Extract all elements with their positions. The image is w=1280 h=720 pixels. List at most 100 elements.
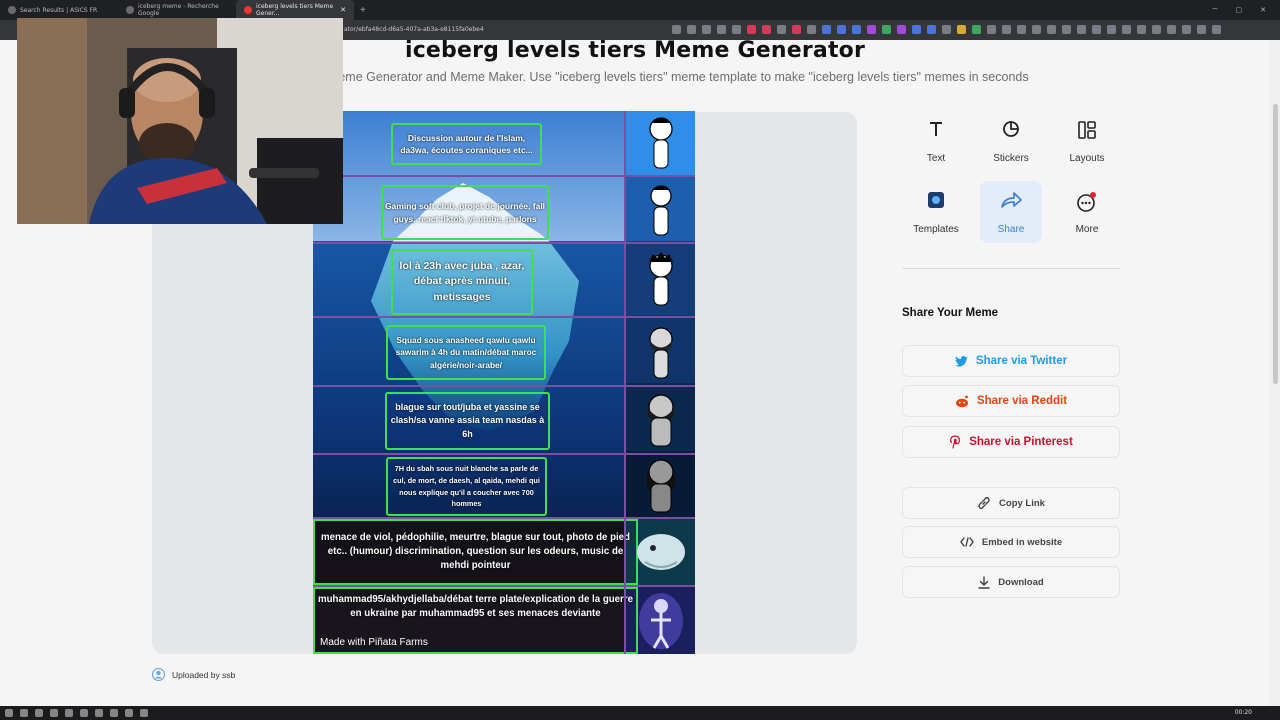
minimize-icon[interactable]: ─: [1213, 6, 1218, 14]
extension-toolbar: [672, 25, 1221, 34]
share-twitter-button[interactable]: Share via Twitter: [902, 345, 1120, 377]
extension-icon[interactable]: [822, 25, 831, 34]
stickers-tool-button[interactable]: Stickers: [980, 110, 1042, 172]
extension-icon[interactable]: [762, 25, 771, 34]
more-tool-button[interactable]: More: [1056, 181, 1118, 243]
extension-icon[interactable]: [1152, 25, 1161, 34]
page-scrollbar[interactable]: [1270, 40, 1280, 706]
favicon-icon: [126, 6, 134, 14]
tier-row: blague sur tout/juba et yassine se clash…: [313, 387, 695, 455]
tier-cell: lol à 23h avec juba , azar, débat après …: [313, 244, 624, 316]
extension-icon[interactable]: [792, 25, 801, 34]
app-icon[interactable]: [80, 709, 88, 717]
share-tool-button[interactable]: Share: [980, 181, 1042, 243]
share-reddit-button[interactable]: Share via Reddit: [902, 385, 1120, 417]
app-icon[interactable]: [125, 709, 133, 717]
file-explorer-icon[interactable]: [50, 709, 58, 717]
maximize-icon[interactable]: ▢: [1236, 6, 1243, 14]
tab-google[interactable]: iceberg meme - Recherche Google: [118, 0, 236, 20]
tier-row: Discussion autour de l'Islam, da3wa, éco…: [313, 111, 695, 177]
extension-icon[interactable]: [852, 25, 861, 34]
download-button[interactable]: Download: [902, 566, 1120, 598]
tier-label: Gaming soft club, projet de journée, fal…: [381, 185, 549, 240]
tier-row: 7H du sbah sous nuit blanche sa parle de…: [313, 455, 695, 519]
windows-start-icon[interactable]: [5, 709, 13, 717]
extension-icon[interactable]: [1092, 25, 1101, 34]
stick-figure-icon: [648, 252, 673, 306]
extension-icon[interactable]: [1122, 25, 1131, 34]
extension-icon[interactable]: [897, 25, 906, 34]
extension-icon[interactable]: [747, 25, 756, 34]
extension-icon[interactable]: [807, 25, 816, 34]
close-tab-icon[interactable]: ✕: [340, 6, 346, 14]
os-taskbar: 00:20: [0, 706, 1280, 720]
scrollbar-thumb[interactable]: [1273, 104, 1278, 384]
extension-icon[interactable]: [942, 25, 951, 34]
translate-icon[interactable]: [672, 25, 681, 34]
tier-cell: Discussion autour de l'Islam, da3wa, éco…: [313, 111, 624, 175]
tier-character: [624, 455, 695, 517]
layouts-tool-button[interactable]: Layouts: [1056, 110, 1118, 172]
tab-label: Search Results | ASICS FR: [20, 6, 98, 14]
copy-link-button[interactable]: Copy Link: [902, 487, 1120, 519]
stick-figure-icon: [646, 459, 675, 513]
extension-icon[interactable]: [777, 25, 786, 34]
new-tab-button[interactable]: +: [354, 5, 372, 16]
app-icon[interactable]: [140, 709, 148, 717]
app-icon[interactable]: [110, 709, 118, 717]
app-icon[interactable]: [95, 709, 103, 717]
extension-icon[interactable]: [972, 25, 981, 34]
extension-icon[interactable]: [867, 25, 876, 34]
embed-label: Embed in website: [981, 536, 1063, 548]
extension-icon[interactable]: [987, 25, 996, 34]
extension-icon[interactable]: [1017, 25, 1026, 34]
extension-icon[interactable]: [927, 25, 936, 34]
extension-icon[interactable]: [1137, 25, 1146, 34]
task-view-icon[interactable]: [35, 709, 43, 717]
extension-icon[interactable]: [1107, 25, 1116, 34]
extension-icon[interactable]: [882, 25, 891, 34]
extension-icon[interactable]: [1062, 25, 1071, 34]
stickers-tool-label: Stickers: [993, 153, 1029, 164]
layouts-icon: [1078, 121, 1096, 139]
extension-icon[interactable]: [1197, 25, 1206, 34]
extension-icon[interactable]: [1182, 25, 1191, 34]
extension-icon[interactable]: [837, 25, 846, 34]
app-icon[interactable]: [65, 709, 73, 717]
extension-icon[interactable]: [1047, 25, 1056, 34]
extension-icon[interactable]: [1077, 25, 1086, 34]
link-icon: [978, 496, 990, 510]
uploader-info: Uploaded by ssb: [152, 668, 235, 681]
extension-icon[interactable]: [1002, 25, 1011, 34]
share-page-icon[interactable]: [717, 25, 726, 34]
webcam-overlay: [17, 18, 343, 224]
extension-icon[interactable]: [1032, 25, 1041, 34]
url-text[interactable]: ator/ebfa48cd-d6a5-407a-ab3a-e8115fa0ebe…: [344, 26, 484, 33]
extension-icon[interactable]: [1167, 25, 1176, 34]
extension-icon[interactable]: [912, 25, 921, 34]
twitter-icon: [954, 355, 968, 367]
tab-asics[interactable]: Search Results | ASICS FR: [0, 0, 118, 20]
tier-row: Gaming soft club, projet de journée, fal…: [313, 177, 695, 244]
tier-cell: Gaming soft club, projet de journée, fal…: [313, 177, 624, 242]
close-window-icon[interactable]: ✕: [1260, 6, 1266, 14]
extension-icon[interactable]: [957, 25, 966, 34]
search-icon[interactable]: [20, 709, 28, 717]
share-arrow-icon: [1001, 192, 1022, 208]
share-twitter-label: Share via Twitter: [975, 355, 1068, 367]
favicon-icon: [8, 6, 16, 14]
tab-meme-generator[interactable]: iceberg levels tiers Meme Gener... ✕: [236, 0, 354, 20]
embed-button[interactable]: Embed in website: [902, 526, 1120, 558]
favicon-icon: [244, 6, 252, 14]
text-tool-button[interactable]: Text: [905, 110, 967, 172]
zoom-icon[interactable]: [687, 25, 696, 34]
reddit-icon: [955, 395, 968, 407]
bookmark-icon[interactable]: [732, 25, 741, 34]
meme-image[interactable]: Discussion autour de l'Islam, da3wa, éco…: [313, 111, 695, 654]
share-pinterest-button[interactable]: Share via Pinterest: [902, 426, 1120, 458]
browser-tab-bar: Search Results | ASICS FR iceberg meme -…: [0, 0, 1280, 20]
templates-tool-button[interactable]: Templates: [905, 181, 967, 243]
extension-icon[interactable]: [1212, 25, 1221, 34]
stick-figure-icon: [647, 394, 674, 447]
reader-icon[interactable]: [702, 25, 711, 34]
